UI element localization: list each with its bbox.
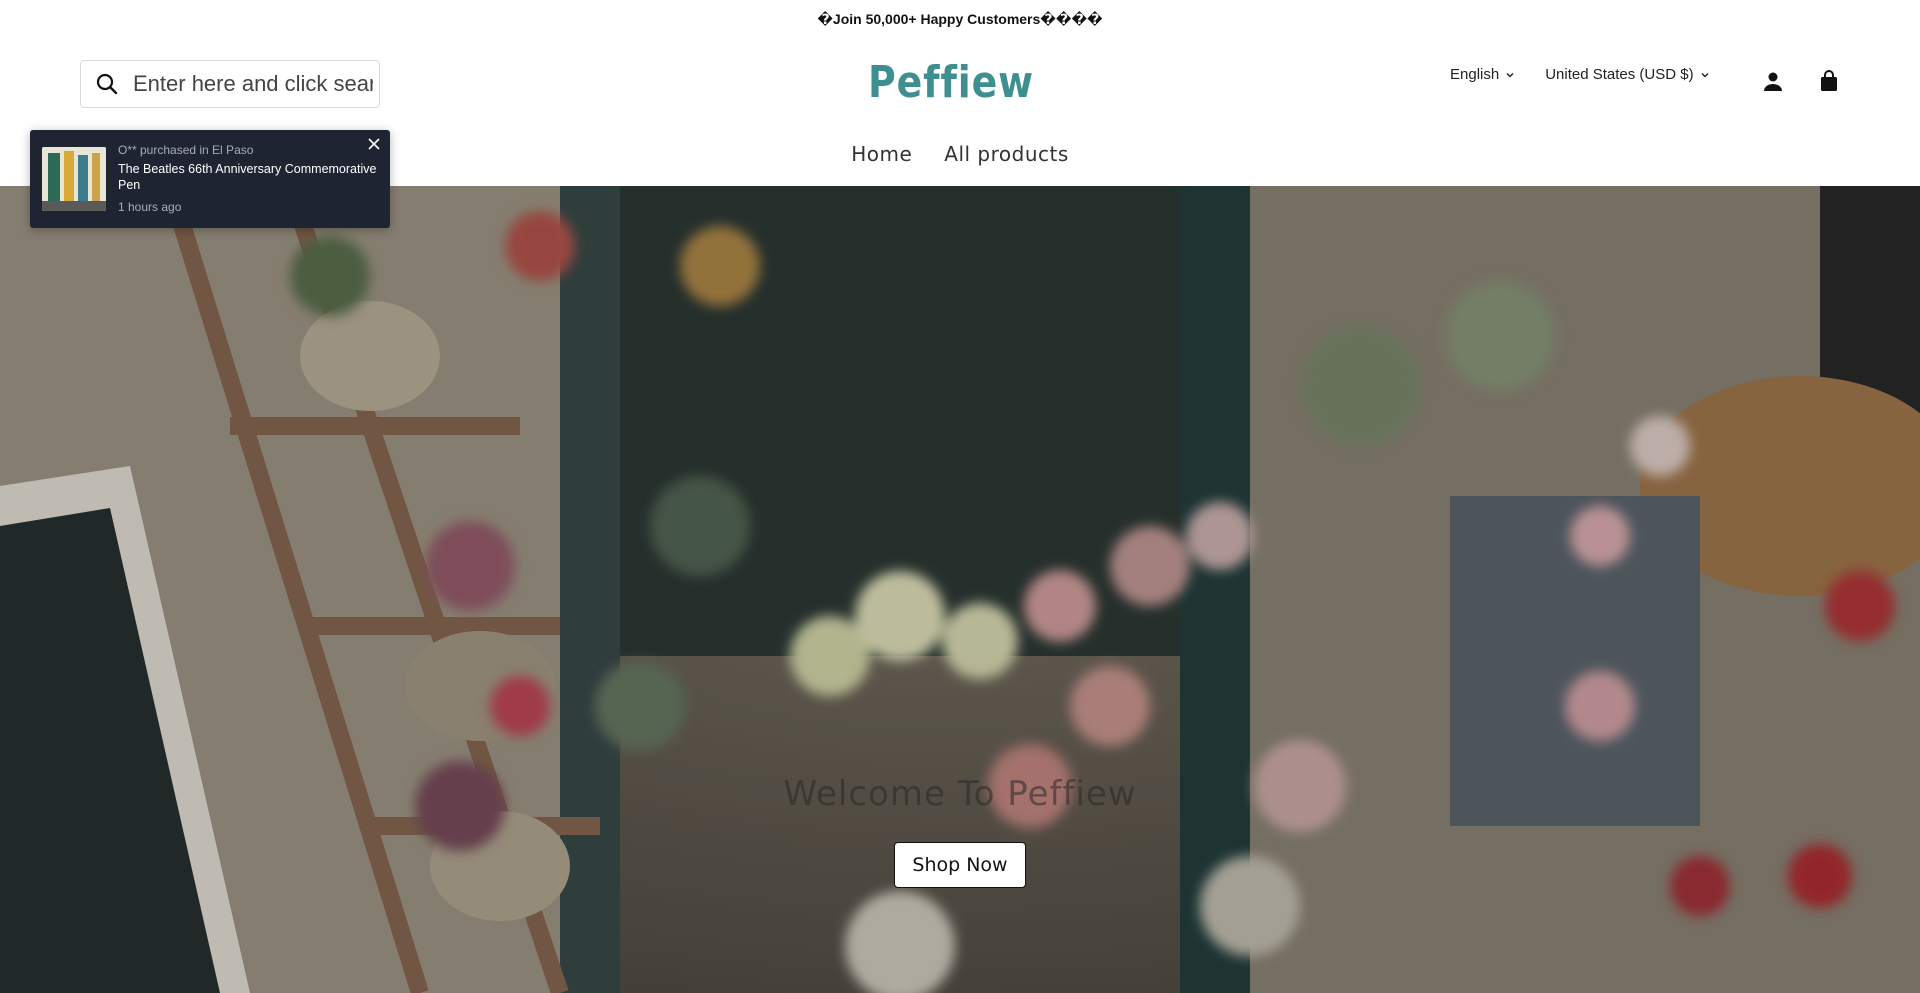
search-input[interactable] bbox=[133, 71, 373, 97]
purchase-time: 1 hours ago bbox=[118, 200, 182, 214]
language-selector[interactable]: English bbox=[1450, 66, 1515, 83]
search-box[interactable] bbox=[80, 60, 380, 108]
close-icon[interactable] bbox=[366, 136, 382, 152]
nav-home[interactable]: Home bbox=[851, 142, 912, 166]
purchase-notification[interactable]: O** purchased in El Paso The Beatles 66t… bbox=[30, 130, 390, 228]
announcement-text: �Join 50,000+ Happy Customers���� bbox=[817, 10, 1103, 27]
localization-selectors: English United States (USD $) bbox=[1450, 66, 1710, 83]
product-name[interactable]: The Beatles 66th Anniversary Commemorati… bbox=[118, 161, 378, 193]
shop-now-button[interactable]: Shop Now bbox=[894, 842, 1026, 888]
chevron-down-icon bbox=[1506, 72, 1514, 77]
product-thumbnail bbox=[42, 147, 106, 211]
brand-logo[interactable]: Peffiew bbox=[860, 48, 1060, 116]
hero-title: Welcome To Peffiew bbox=[783, 774, 1137, 814]
language-label: English bbox=[1450, 66, 1500, 83]
search-icon[interactable] bbox=[81, 60, 133, 108]
nav-all-products[interactable]: All products bbox=[944, 142, 1069, 166]
country-label: United States (USD $) bbox=[1545, 66, 1694, 83]
account-icon[interactable] bbox=[1760, 68, 1786, 94]
country-selector[interactable]: United States (USD $) bbox=[1545, 66, 1709, 83]
announcement-bar: �Join 50,000+ Happy Customers���� bbox=[0, 0, 1920, 38]
cart-icon[interactable] bbox=[1816, 68, 1842, 94]
hero-banner: Welcome To Peffiew Shop Now bbox=[0, 186, 1920, 993]
brand-name: Peffiew bbox=[868, 56, 1034, 108]
buyer-location: O** purchased in El Paso bbox=[118, 143, 254, 157]
chevron-down-icon bbox=[1701, 72, 1709, 77]
header-icons bbox=[1760, 68, 1842, 94]
